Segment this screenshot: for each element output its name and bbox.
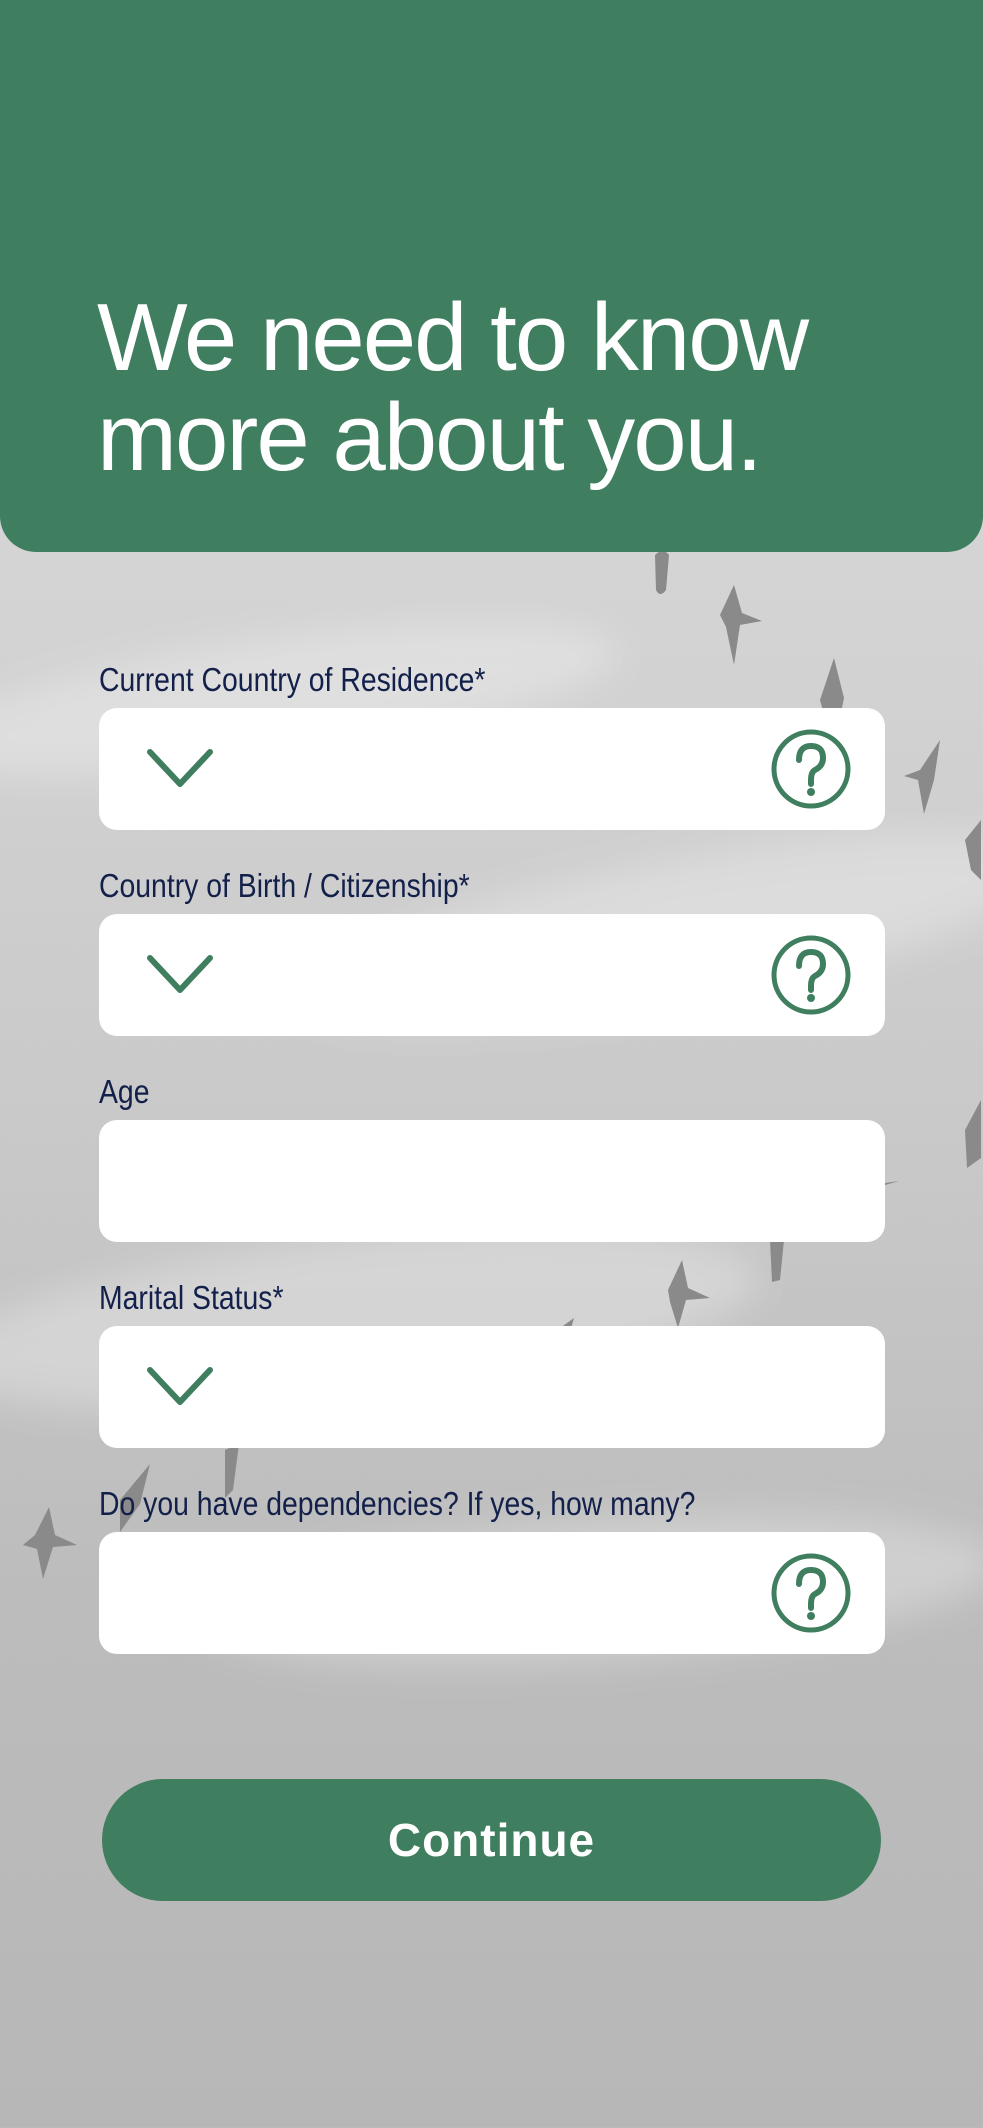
residence-country-label: Current Country of Residence* xyxy=(99,661,486,698)
birth-country-select[interactable] xyxy=(99,914,885,1036)
header-panel: We need to know more about you. xyxy=(0,0,983,552)
help-circle-icon[interactable] xyxy=(770,728,852,810)
chevron-down-icon[interactable] xyxy=(146,954,214,996)
continue-button[interactable]: Continue xyxy=(102,1779,881,1901)
age-input[interactable] xyxy=(99,1120,885,1242)
chevron-down-icon[interactable] xyxy=(146,748,214,790)
dependencies-label: Do you have dependencies? If yes, how ma… xyxy=(99,1485,696,1522)
marital-status-label: Marital Status* xyxy=(99,1279,284,1316)
age-label: Age xyxy=(99,1073,150,1110)
birth-country-label: Country of Birth / Citizenship* xyxy=(99,867,470,904)
marital-status-select[interactable] xyxy=(99,1326,885,1448)
help-circle-icon[interactable] xyxy=(770,934,852,1016)
dependencies-input[interactable] xyxy=(99,1532,885,1654)
chevron-down-icon[interactable] xyxy=(146,1366,214,1408)
residence-country-select[interactable] xyxy=(99,708,885,830)
help-circle-icon[interactable] xyxy=(770,1552,852,1634)
page-title: We need to know more about you. xyxy=(97,284,809,491)
